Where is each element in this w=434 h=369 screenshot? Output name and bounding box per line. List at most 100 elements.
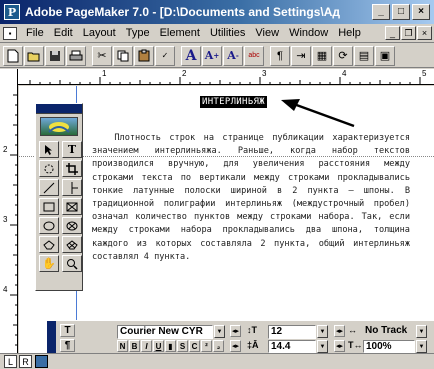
bold-style-button[interactable]: B: [129, 340, 140, 352]
menu-utilities[interactable]: Utilities: [205, 27, 250, 39]
track-nudge-icon[interactable]: ◂▸: [334, 325, 345, 337]
width-icon: T↔: [348, 340, 363, 350]
font-bold-A-icon[interactable]: A: [181, 45, 201, 66]
menu-bar: ▪ File Edit Layout Type Element Utilitie…: [0, 24, 434, 43]
size-icon: ↕T: [247, 325, 257, 335]
track-dropdown-chevron-icon[interactable]: ▼: [416, 325, 427, 338]
rotate-tool-icon[interactable]: [39, 160, 59, 177]
doc-restore-button[interactable]: ❐: [401, 26, 416, 40]
font-size-field[interactable]: 12: [268, 325, 316, 339]
leading-field[interactable]: 14.4: [268, 340, 316, 353]
normal-style-button[interactable]: N: [117, 340, 128, 352]
ruler-label: 3: [262, 69, 267, 78]
left-master-page-tab[interactable]: L: [4, 355, 17, 368]
paragraph-icon[interactable]: ¶: [270, 45, 290, 66]
ruler-label: 5: [422, 69, 427, 78]
hand-tool-icon[interactable]: ✋: [39, 255, 59, 272]
ruler-label: 4: [3, 285, 8, 294]
leading-dropdown-chevron-icon[interactable]: ▼: [317, 340, 328, 353]
spelling-icon[interactable]: ✓: [155, 45, 175, 66]
ruler-label: 2: [3, 145, 8, 154]
save-disk-icon[interactable]: [45, 45, 65, 66]
ruler-label: 3: [3, 215, 8, 224]
strikethrough-style-button[interactable]: S: [177, 340, 188, 352]
current-page-icon[interactable]: [35, 355, 48, 368]
ruler-label: 1: [102, 69, 107, 78]
main-toolbar: ✂ ✓ A A + A- abc ¶ ⇥ ▦ ⟳ ▤ ▣: [0, 44, 434, 68]
view-page-icon[interactable]: ▣: [375, 45, 395, 66]
caps-style-button[interactable]: C: [189, 340, 200, 352]
font-dropdown-chevron-icon[interactable]: ▼: [214, 325, 225, 338]
open-folder-icon[interactable]: [24, 45, 44, 66]
menu-file[interactable]: File: [21, 27, 49, 39]
right-master-page-tab[interactable]: R: [19, 355, 32, 368]
title-bar: P Adobe PageMaker 7.0 - [D:\Documents an…: [0, 0, 434, 24]
grid-icon[interactable]: ▤: [354, 45, 374, 66]
cut-scissors-icon[interactable]: ✂: [92, 45, 112, 66]
control-palette: T ¶ Courier New CYR ▼ N B I U ▮ S C ² ₂ …: [47, 320, 434, 354]
font-name-field[interactable]: Courier New CYR: [117, 325, 213, 339]
subscript-style-button[interactable]: ₂: [213, 340, 224, 352]
zoom-tool-icon[interactable]: [62, 255, 82, 272]
rectangle-frame-tool-icon[interactable]: [62, 198, 82, 215]
diagonal-line-tool-icon[interactable]: [39, 179, 59, 196]
paste-clipboard-icon[interactable]: [134, 45, 154, 66]
font-subscript-A-icon[interactable]: A-: [223, 45, 243, 66]
doc-close-button[interactable]: ×: [417, 26, 432, 40]
menu-layout[interactable]: Layout: [78, 27, 121, 39]
size-dropdown-chevron-icon[interactable]: ▼: [317, 325, 328, 338]
apply-icon[interactable]: T: [60, 324, 75, 337]
new-document-icon[interactable]: [3, 45, 23, 66]
menu-window[interactable]: Window: [284, 27, 333, 39]
toolbox-title-bar[interactable]: [36, 104, 82, 114]
width-nudge-icon[interactable]: ◂▸: [334, 340, 345, 352]
paragraph-view-icon[interactable]: ¶: [60, 339, 75, 352]
underline-style-button[interactable]: U: [153, 340, 164, 352]
copy-icon[interactable]: [113, 45, 133, 66]
size-nudge-icon[interactable]: ◂▸: [230, 325, 241, 337]
pointer-tool-icon[interactable]: [39, 141, 59, 158]
pagemaker-app-icon[interactable]: P: [4, 4, 20, 20]
leading-icon: ‡Ā: [247, 340, 259, 350]
menu-view[interactable]: View: [250, 27, 284, 39]
crop-tool-icon[interactable]: [62, 160, 82, 177]
text-align-icon[interactable]: ⇥: [291, 45, 311, 66]
menu-help[interactable]: Help: [333, 27, 366, 39]
superscript-style-button[interactable]: ²: [201, 340, 212, 352]
toolbox-palette[interactable]: T ✋: [35, 103, 83, 291]
doc-minimize-button[interactable]: _: [385, 26, 400, 40]
track-field[interactable]: No Track: [363, 325, 415, 339]
pagemaker-logo: [40, 117, 78, 136]
status-bar: L R: [0, 353, 434, 369]
document-menu-icon[interactable]: ▪: [3, 26, 17, 40]
width-field[interactable]: 100%: [363, 340, 415, 353]
print-icon[interactable]: [66, 45, 86, 66]
polygon-frame-tool-icon[interactable]: [62, 236, 82, 253]
window-title: Adobe PageMaker 7.0 - [D:\Documents and …: [25, 5, 340, 19]
polygon-tool-icon[interactable]: [39, 236, 59, 253]
ruler-label: 4: [342, 69, 347, 78]
italic-style-button[interactable]: I: [141, 340, 152, 352]
maximize-button[interactable]: □: [392, 4, 410, 20]
menu-type[interactable]: Type: [121, 27, 155, 39]
constrained-line-tool-icon[interactable]: [62, 179, 82, 196]
reverse-style-button[interactable]: ▮: [165, 340, 176, 352]
text-tool-icon[interactable]: T: [62, 141, 82, 158]
minimize-button[interactable]: _: [372, 4, 390, 20]
frame-icon[interactable]: ▦: [312, 45, 332, 66]
vertical-ruler[interactable]: 2 3 4: [0, 69, 18, 353]
menu-edit[interactable]: Edit: [49, 27, 78, 39]
rectangle-tool-icon[interactable]: [39, 198, 59, 215]
abc-spell-icon[interactable]: abc: [244, 45, 264, 66]
width-dropdown-chevron-icon[interactable]: ▼: [416, 340, 427, 353]
font-superscript-A-icon[interactable]: A +: [202, 45, 222, 66]
rotate-icon[interactable]: ⟳: [333, 45, 353, 66]
menu-element[interactable]: Element: [155, 27, 205, 39]
leading-nudge-icon[interactable]: ◂▸: [230, 340, 241, 352]
horizontal-ruler[interactable]: 1 2 3 4 5: [18, 69, 434, 85]
ellipse-frame-tool-icon[interactable]: [62, 217, 82, 234]
close-button[interactable]: ×: [412, 4, 430, 20]
body-text-block[interactable]: Плотность строк на странице публикации х…: [92, 132, 410, 264]
control-palette-grip[interactable]: [47, 321, 56, 354]
ellipse-tool-icon[interactable]: [39, 217, 59, 234]
